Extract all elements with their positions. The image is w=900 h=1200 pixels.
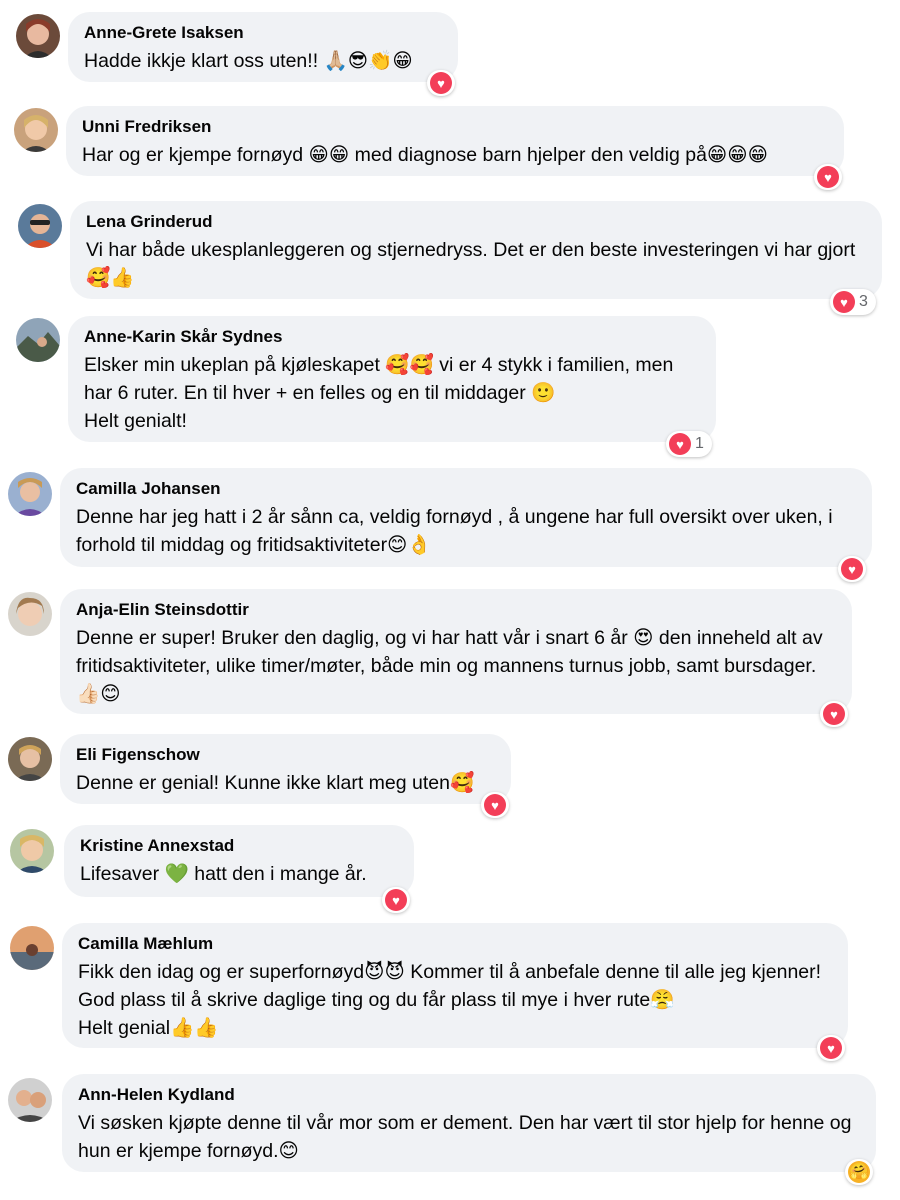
heart-icon: ♥ [833, 291, 855, 313]
reaction-badge[interactable]: ♥ [427, 70, 455, 96]
comment-bubble: Anja-Elin Steinsdottir Denne er super! B… [60, 589, 852, 714]
avatar[interactable] [14, 108, 58, 152]
heart-icon: ♥ [823, 703, 845, 725]
heart-icon: ♥ [385, 889, 407, 911]
reaction-badge[interactable]: 🤗 [845, 1159, 873, 1185]
avatar[interactable] [8, 592, 52, 636]
comment-author[interactable]: Camilla Johansen [76, 478, 856, 500]
reaction-count: 3 [859, 293, 868, 310]
comment-bubble: Anne-Grete Isaksen Hadde ikkje klart oss… [68, 12, 458, 82]
avatar[interactable] [8, 472, 52, 516]
avatar[interactable] [8, 1078, 52, 1122]
comment-author[interactable]: Kristine Annexstad [80, 835, 398, 857]
heart-icon: ♥ [817, 166, 839, 188]
avatar[interactable] [8, 737, 52, 781]
comment-text: Elsker min ukeplan på kjøleskapet 🥰🥰 vi … [84, 354, 674, 432]
avatar[interactable] [16, 14, 60, 58]
reaction-badge[interactable]: ♥ [820, 701, 848, 727]
reaction-badge[interactable]: ♥ 3 [830, 289, 876, 315]
reaction-badge[interactable]: ♥ [838, 556, 866, 582]
comment-bubble: Eli Figenschow Denne er genial! Kunne ik… [60, 734, 511, 804]
comment-bubble: Ann-Helen Kydland Vi søsken kjøpte denne… [62, 1074, 876, 1172]
reaction-badge[interactable]: ♥ [817, 1035, 845, 1061]
heart-icon: ♥ [820, 1037, 842, 1059]
care-icon: 🤗 [848, 1161, 870, 1183]
heart-icon: ♥ [841, 558, 863, 580]
comment-bubble: Lena Grinderud Vi har både ukesplanlegge… [70, 201, 882, 299]
comment-author[interactable]: Eli Figenschow [76, 744, 495, 766]
avatar[interactable] [10, 926, 54, 970]
comment-bubble: Unni Fredriksen Har og er kjempe fornøyd… [66, 106, 844, 176]
comment-author[interactable]: Ann-Helen Kydland [78, 1084, 860, 1106]
avatar[interactable] [18, 204, 62, 248]
reaction-badge[interactable]: ♥ [481, 792, 509, 818]
comment-author[interactable]: Camilla Mæhlum [78, 933, 832, 955]
comment-author[interactable]: Anja-Elin Steinsdottir [76, 599, 836, 621]
comment-author[interactable]: Lena Grinderud [86, 211, 866, 233]
reaction-badge[interactable]: ♥ [382, 887, 410, 913]
comment-author[interactable]: Anne-Karin Skår Sydnes [84, 326, 700, 348]
reaction-count: 1 [695, 435, 704, 452]
comment-text: Vi søsken kjøpte denne til vår mor som e… [78, 1112, 857, 1162]
comment-text: Lifesaver 💚 hatt den i mange år. [80, 863, 367, 885]
comment-author[interactable]: Unni Fredriksen [82, 116, 828, 138]
comment-text: Har og er kjempe fornøyd 😁😁 med diagnose… [82, 144, 768, 166]
comment-bubble: Kristine Annexstad Lifesaver 💚 hatt den … [64, 825, 414, 897]
heart-icon: ♥ [669, 433, 691, 455]
comment-author[interactable]: Anne-Grete Isaksen [84, 22, 442, 44]
avatar[interactable] [16, 318, 60, 362]
heart-icon: ♥ [430, 72, 452, 94]
comment-bubble: Camilla Mæhlum Fikk den idag og er super… [62, 923, 848, 1048]
reaction-badge[interactable]: ♥ [814, 164, 842, 190]
comment-text: Vi har både ukesplanleggeren og stjerned… [86, 239, 861, 289]
avatar[interactable] [10, 829, 54, 873]
comment-text: Hadde ikkje klart oss uten!! 🙏🏼😎👏😁 [84, 50, 413, 72]
comment-text: Denne er genial! Kunne ikke klart meg ut… [76, 772, 475, 794]
comment-text: Denne har jeg hatt i 2 år sånn ca, veldi… [76, 506, 839, 556]
comment-text: Fikk den idag og er superfornøyd😈😈 Komme… [78, 961, 822, 1039]
comment-bubble: Camilla Johansen Denne har jeg hatt i 2 … [60, 468, 872, 567]
comment-bubble: Anne-Karin Skår Sydnes Elsker min ukepla… [68, 316, 716, 442]
heart-icon: ♥ [484, 794, 506, 816]
comment-text: Denne er super! Bruker den daglig, og vi… [76, 627, 829, 705]
reaction-badge[interactable]: ♥ 1 [666, 431, 712, 457]
